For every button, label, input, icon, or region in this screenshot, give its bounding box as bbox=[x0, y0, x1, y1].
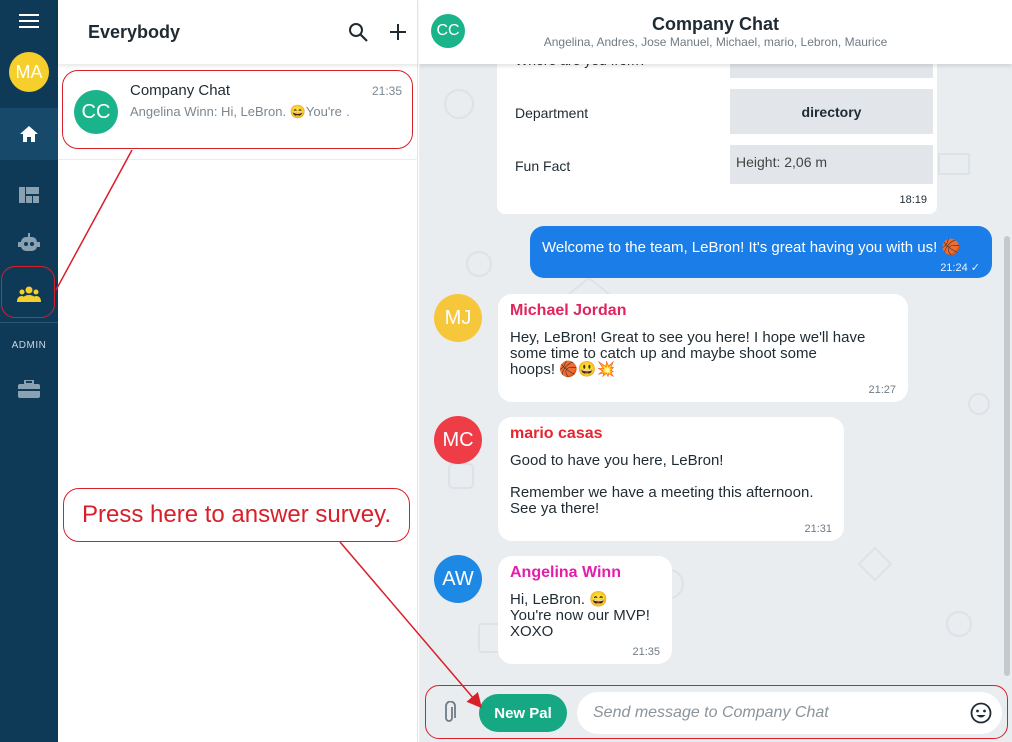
chat-title: Company Chat bbox=[651, 14, 779, 34]
plus-icon bbox=[390, 24, 406, 40]
message-line: Hey, LeBron! Great to see you here! I ho… bbox=[510, 329, 866, 346]
search-button[interactable] bbox=[346, 20, 370, 44]
message-line: Remember we have a meeting this afternoo… bbox=[510, 484, 814, 501]
avatar: MA bbox=[9, 52, 49, 92]
home-icon bbox=[20, 126, 38, 142]
navigation-rail: MA ADMIN bbox=[0, 0, 58, 742]
avatar[interactable]: AW bbox=[434, 555, 482, 603]
list-header: Everybody bbox=[58, 0, 418, 64]
sender-name: Angelina Winn bbox=[510, 564, 621, 581]
emoji-icon bbox=[970, 702, 992, 724]
chat-header: CC Company Chat Angelina, Andres, Jose M… bbox=[419, 0, 1012, 64]
new-pal-button[interactable]: New Pal bbox=[479, 694, 567, 732]
robot-icon bbox=[18, 233, 40, 251]
message-line: You're now our MVP! bbox=[510, 607, 650, 624]
bots-button[interactable] bbox=[0, 228, 58, 258]
message-mario: mario casas Good to have you here, LeBro… bbox=[498, 417, 844, 541]
dashboard-icon bbox=[19, 187, 39, 203]
survey-field-fun-fact[interactable]: Height: 2,06 m bbox=[730, 145, 933, 184]
sender-name: Michael Jordan bbox=[510, 302, 627, 319]
conversation-list-panel: Everybody CC Company Chat 21:35 Angelina… bbox=[58, 0, 418, 742]
attach-button[interactable] bbox=[437, 700, 461, 726]
toolbox-icon bbox=[18, 380, 40, 398]
conversation-time: 21:35 bbox=[371, 84, 402, 98]
conversation-name: Company Chat bbox=[130, 82, 231, 99]
message-line: See ya there! bbox=[510, 500, 600, 517]
message-text: Welcome to the team, LeBron! It's great … bbox=[542, 239, 961, 256]
message-composer: New Pal bbox=[419, 684, 1012, 742]
chat-members: Angelina, Andres, Jose Manuel, Michael, … bbox=[543, 35, 888, 49]
message-time: 21:31 bbox=[804, 523, 832, 535]
message-line: Good to have you here, LeBron! bbox=[510, 452, 724, 469]
chat-panel: CC Company Chat Angelina, Andres, Jose M… bbox=[419, 0, 1012, 742]
new-conversation-button[interactable] bbox=[386, 20, 410, 44]
conversation-item-company-chat[interactable]: CC Company Chat 21:35 Angelina Winn: Hi,… bbox=[58, 70, 418, 160]
annotation-callout: Press here to answer survey. bbox=[63, 488, 410, 542]
avatar: CC bbox=[74, 90, 118, 134]
message-line: some time to catch up and maybe shoot so… bbox=[510, 345, 817, 362]
app-window: MA ADMIN Everybody CC Company Chat 21:35… bbox=[0, 0, 1012, 742]
survey-card[interactable]: Where are you from? Department directory… bbox=[497, 52, 937, 214]
message-time: 21:24 ✓ bbox=[940, 262, 980, 274]
user-avatar-button[interactable]: MA bbox=[0, 52, 58, 92]
survey-field-department[interactable]: directory bbox=[730, 89, 933, 134]
dashboard-button[interactable] bbox=[0, 180, 58, 210]
home-button[interactable] bbox=[0, 108, 58, 160]
message-time: 21:27 bbox=[868, 384, 896, 396]
avatar[interactable]: MJ bbox=[434, 294, 482, 342]
survey-label-department: Department bbox=[515, 105, 589, 121]
emoji-button[interactable] bbox=[969, 701, 993, 725]
people-icon bbox=[17, 286, 41, 302]
message-line: hoops! 🏀😃💥 bbox=[510, 361, 616, 378]
message-michael: Michael Jordan Hey, LeBron! Great to see… bbox=[498, 294, 908, 402]
admin-section-label: ADMIN bbox=[11, 340, 47, 351]
admin-tools-button[interactable] bbox=[0, 374, 58, 404]
paperclip-icon bbox=[445, 701, 456, 722]
survey-label-fun-fact: Fun Fact bbox=[515, 158, 571, 174]
menu-icon bbox=[19, 14, 39, 28]
search-icon bbox=[349, 23, 368, 42]
message-time: 21:35 bbox=[632, 646, 660, 658]
chat-scrollbar[interactable] bbox=[1004, 236, 1010, 676]
groups-button[interactable] bbox=[0, 272, 58, 316]
list-title: Everybody bbox=[88, 22, 181, 42]
sender-name: mario casas bbox=[510, 425, 603, 442]
message-time: 18:19 bbox=[899, 194, 927, 206]
menu-button[interactable] bbox=[0, 8, 58, 34]
message-angelina: Angelina Winn Hi, LeBron. 😄 You're now o… bbox=[498, 556, 672, 664]
rail-divider bbox=[0, 322, 58, 323]
outgoing-message: Welcome to the team, LeBron! It's great … bbox=[530, 226, 992, 278]
message-line: XOXO bbox=[510, 623, 554, 640]
message-line: Hi, LeBron. 😄 bbox=[510, 591, 608, 608]
message-input[interactable] bbox=[577, 692, 1002, 734]
conversation-preview: Angelina Winn: Hi, LeBron. 😄You're … bbox=[130, 104, 350, 119]
avatar[interactable]: MC bbox=[434, 416, 482, 464]
